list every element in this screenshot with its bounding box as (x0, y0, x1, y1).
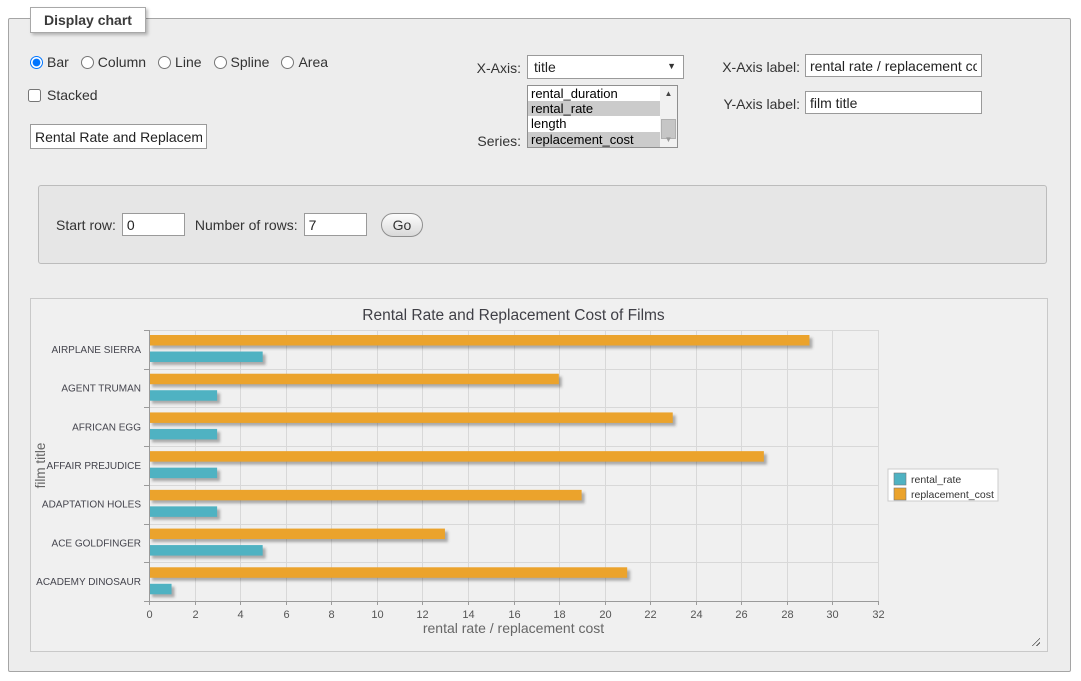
display-chart-page: Display chart Bar Column Line Spline Area St… (0, 0, 1081, 681)
x-axis-label-caption: X-Axis label: (690, 59, 800, 75)
bar-rental_rate (149, 390, 217, 401)
x-tick-label: 6 (283, 609, 289, 621)
x-axis-select[interactable]: title ▼ (527, 55, 684, 79)
panel-title: Display chart (30, 7, 146, 33)
category-label: AFRICAN EGG (72, 422, 141, 433)
category-label: ACE GOLDFINGER (52, 538, 141, 549)
bar-rental_rate (149, 429, 217, 440)
go-button[interactable]: Go (381, 213, 424, 237)
series-caption: Series: (440, 133, 521, 149)
scroll-down-icon[interactable]: ▼ (660, 132, 677, 147)
category-label: ADAPTATION HOLES (42, 500, 141, 511)
chart-type-label: Bar (47, 54, 69, 70)
chart-type-radio-line[interactable] (158, 56, 171, 69)
num-rows-input[interactable] (304, 213, 367, 236)
bar-rental_rate (149, 545, 263, 556)
chart-title: Rental Rate and Replacement Cost of Film… (362, 307, 665, 324)
x-tick-label: 24 (690, 609, 702, 621)
category-label: AGENT TRUMAN (61, 384, 141, 395)
chart-title-input[interactable] (30, 124, 207, 149)
bar-replacement_cost (149, 567, 627, 578)
chart-type-label: Spline (231, 54, 270, 70)
bar-replacement_cost (149, 412, 673, 423)
x-tick-label: 32 (872, 609, 884, 621)
start-row-input[interactable] (122, 213, 185, 236)
stacked-checkbox[interactable] (28, 89, 41, 102)
x-tick-label: 8 (328, 609, 334, 621)
bar-rental_rate (149, 584, 172, 595)
chart-type-radio-spline[interactable] (214, 56, 227, 69)
chart-type-line[interactable]: Line (158, 54, 201, 70)
chart-type-radio-bar[interactable] (30, 56, 43, 69)
chart-type-label: Line (175, 54, 201, 70)
y-axis-label-caption: Y-Axis label: (690, 96, 800, 112)
x-tick-label: 22 (644, 609, 656, 621)
x-axis-caption: X-Axis: (440, 60, 521, 76)
legend-label: replacement_cost (911, 489, 994, 501)
x-tick-label: 4 (237, 609, 243, 621)
chart-canvas: 02468101214161820222426283032AIRPLANE SI… (31, 299, 1047, 651)
bar-rental_rate (149, 506, 217, 517)
series-listbox-options: rental_durationrental_ratelengthreplacem… (528, 86, 660, 147)
x-tick-label: 2 (192, 609, 198, 621)
chart-type-bar[interactable]: Bar (30, 54, 69, 70)
series-scrollbar[interactable]: ▲ ▼ (660, 86, 677, 147)
y-axis-label-input[interactable] (805, 91, 982, 114)
scroll-up-icon[interactable]: ▲ (660, 86, 677, 101)
bar-replacement_cost (149, 529, 445, 540)
bar-replacement_cost (149, 451, 764, 462)
chart-type-radio-column[interactable] (81, 56, 94, 69)
x-tick-label: 26 (735, 609, 747, 621)
bar-replacement_cost (149, 335, 809, 346)
bar-replacement_cost (149, 490, 582, 501)
chart-type-area[interactable]: Area (281, 54, 328, 70)
row-range-panel: Start row: Number of rows: Go (38, 185, 1047, 264)
chart-type-label: Area (298, 54, 328, 70)
x-tick-label: 28 (781, 609, 793, 621)
series-option-length[interactable]: length (528, 116, 660, 131)
bar-replacement_cost (149, 374, 559, 385)
x-tick-label: 0 (146, 609, 152, 621)
series-option-rental_rate[interactable]: rental_rate (528, 101, 660, 116)
start-row-label: Start row: (56, 217, 116, 233)
chart-type-radio-area[interactable] (281, 56, 294, 69)
stacked-label: Stacked (47, 87, 98, 103)
chart-type-label: Column (98, 54, 146, 70)
category-label: AIRPLANE SIERRA (52, 345, 142, 356)
x-tick-label: 30 (826, 609, 838, 621)
stacked-option[interactable]: Stacked (28, 87, 98, 103)
x-tick-label: 10 (371, 609, 383, 621)
series-listbox[interactable]: rental_durationrental_ratelengthreplacem… (527, 85, 678, 148)
chart-type-group: Bar Column Line Spline Area (30, 54, 328, 70)
chart-type-spline[interactable]: Spline (214, 54, 270, 70)
chart-xaxis-title: rental rate / replacement cost (423, 620, 604, 636)
legend-item-rental_rate[interactable]: rental_rate (894, 473, 961, 486)
chart-type-column[interactable]: Column (81, 54, 146, 70)
legend-label: rental_rate (911, 474, 961, 486)
chevron-down-icon: ▼ (667, 61, 676, 71)
chart-yaxis-title: film title (33, 443, 48, 489)
x-axis-label-input[interactable] (805, 54, 982, 77)
x-axis-selected-value: title (534, 59, 556, 75)
chart-container: 02468101214161820222426283032AIRPLANE SI… (30, 298, 1048, 652)
bar-rental_rate (149, 352, 263, 363)
series-option-rental_duration[interactable]: rental_duration (528, 86, 660, 101)
category-label: ACADEMY DINOSAUR (36, 577, 141, 588)
series-option-replacement_cost[interactable]: replacement_cost (528, 132, 660, 147)
bar-rental_rate (149, 468, 217, 479)
num-rows-label: Number of rows: (195, 217, 298, 233)
category-label: AFFAIR PREJUDICE (47, 461, 142, 472)
